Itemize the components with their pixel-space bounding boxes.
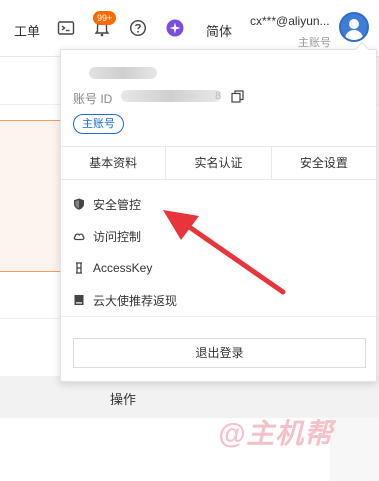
cloud-icon	[73, 233, 85, 241]
account-tabs: 基本资料 实名认证 安全设置	[61, 146, 376, 180]
logout-button[interactable]: 退出登录	[73, 338, 366, 368]
account-id-label: 账号 ID	[73, 92, 113, 106]
shield-icon	[74, 198, 84, 210]
avatar[interactable]	[339, 12, 369, 42]
menu-item-label: 安全管控	[93, 197, 142, 212]
ticket-link[interactable]: 工单	[14, 21, 40, 40]
user-name[interactable]: cx***@aliyun...	[250, 14, 330, 28]
account-id-tail: 8	[215, 90, 222, 102]
user-role: 主账号	[298, 37, 331, 49]
menu-item-label: AccessKey	[93, 261, 153, 275]
tab-basic-info[interactable]: 基本资料	[61, 147, 167, 179]
menu-item-accesskey[interactable]: AccessKey	[73, 258, 152, 278]
tab-real-name-auth[interactable]: 实名认证	[166, 147, 272, 179]
ai-assistant-icon[interactable]	[166, 19, 184, 37]
copy-icon[interactable]	[231, 90, 244, 103]
menu-item-access-control[interactable]: 访问控制	[73, 226, 141, 246]
menu-item-security-control[interactable]: 安全管控	[73, 194, 141, 214]
book-icon	[74, 295, 84, 305]
account-id-redacted	[121, 90, 221, 102]
account-type-badge: 主账号	[73, 114, 124, 134]
table-header-action: 操作	[110, 392, 137, 407]
account-name-redacted	[89, 67, 157, 79]
notification-badge: 99+	[93, 11, 117, 25]
terminal-icon[interactable]	[57, 19, 75, 37]
watermark: @主机帮	[218, 418, 334, 449]
language-switch[interactable]: 简体	[206, 21, 232, 40]
menu-item-label: 访问控制	[93, 229, 142, 244]
key-icon	[76, 262, 82, 274]
tab-security-settings[interactable]: 安全设置	[272, 147, 376, 179]
annotation-arrow	[163, 210, 286, 295]
divider	[61, 316, 376, 317]
notice-banner	[0, 120, 60, 272]
help-icon[interactable]	[129, 19, 147, 37]
